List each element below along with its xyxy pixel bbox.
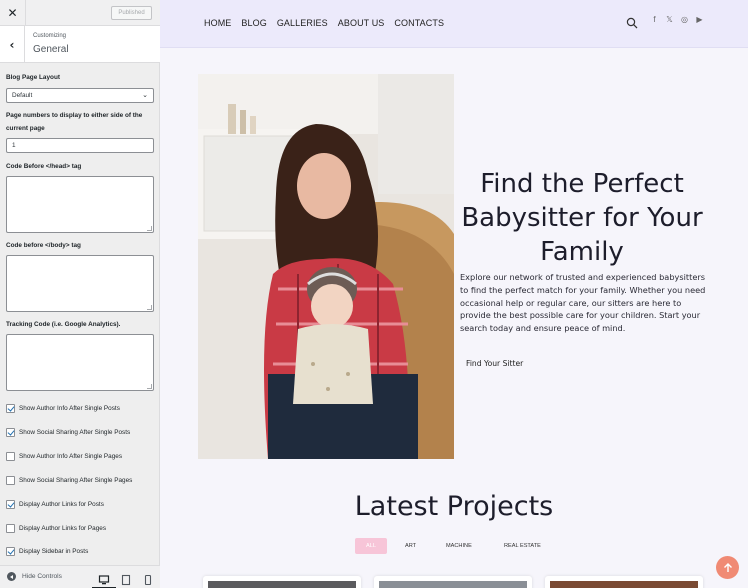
facebook-icon[interactable]: f	[650, 15, 659, 24]
checkbox-label: Show Author Info After Single Posts	[19, 404, 120, 412]
checkbox-label: Show Social Sharing After Single Posts	[19, 428, 131, 436]
checkbox-unchecked-icon[interactable]	[6, 475, 15, 485]
hero-title: Find the Perfect Babysitter for Your Fam…	[461, 169, 703, 267]
instagram-icon[interactable]: ◎	[680, 15, 689, 24]
x-twitter-icon[interactable]: 𝕏	[665, 15, 674, 24]
main-nav: HOME BLOG GALLERIES ABOUT US CONTACTS	[204, 18, 454, 28]
filter-art[interactable]: ART	[405, 538, 416, 554]
checkbox-label: Show Author Info After Single Pages	[19, 452, 123, 460]
tablet-icon[interactable]	[120, 571, 132, 586]
youtube-icon[interactable]: ▶	[695, 15, 704, 24]
tracking-code-textarea[interactable]	[6, 334, 154, 391]
code-body-textarea[interactable]	[6, 255, 154, 312]
blog-layout-value: Default	[12, 92, 33, 99]
back-icon[interactable]: ‹	[0, 26, 25, 63]
checkbox-author-links-pages[interactable]: Display Author Links for Pages	[6, 523, 106, 533]
filter-machine[interactable]: MACHINE	[446, 538, 472, 554]
checkbox-social-sharing-pages[interactable]: Show Social Sharing After Single Pages	[6, 475, 132, 485]
nav-item-galleries[interactable]: GALLERIES	[277, 18, 328, 28]
page-numbers-label: Page numbers to display to either side o…	[6, 112, 143, 132]
project-card[interactable]	[374, 576, 532, 588]
project-card[interactable]	[545, 576, 703, 588]
tracking-code-label: Tracking Code (i.e. Google Analytics).	[6, 321, 121, 328]
checkbox-unchecked-icon[interactable]	[6, 451, 15, 461]
section-header: ‹ Customizing General	[0, 26, 160, 63]
hero-text: Explore our network of trusted and exper…	[460, 272, 706, 334]
desktop-icon[interactable]	[92, 571, 116, 588]
chevron-down-icon: ⌄	[142, 92, 148, 99]
hero-image	[198, 74, 454, 459]
checkbox-checked-icon[interactable]	[6, 546, 15, 556]
customizer-header: ✕ Published	[0, 0, 160, 26]
find-sitter-button[interactable]: Find Your Sitter	[466, 359, 523, 368]
nav-item-contacts[interactable]: CONTACTS	[394, 18, 444, 28]
published-button[interactable]: Published	[111, 6, 152, 20]
customizer-footer: Hide Controls	[0, 565, 160, 588]
blog-layout-label: Blog Page Layout	[6, 74, 60, 81]
project-card[interactable]	[203, 576, 361, 588]
filter-all[interactable]: ALL	[355, 538, 387, 554]
nav-item-about-us[interactable]: ABOUT US	[338, 18, 385, 28]
checkbox-label: Display Author Links for Pages	[19, 524, 107, 532]
close-icon[interactable]: ✕	[0, 0, 26, 26]
checkbox-unchecked-icon[interactable]	[6, 523, 15, 533]
checkbox-author-links-posts[interactable]: Display Author Links for Posts	[6, 499, 104, 509]
project-thumbnail	[208, 581, 356, 588]
breadcrumb: Customizing	[33, 33, 67, 39]
checkbox-checked-icon[interactable]	[6, 403, 15, 413]
collapse-icon	[7, 572, 16, 581]
site-header: HOME BLOG GALLERIES ABOUT US CONTACTS f …	[160, 0, 748, 48]
mobile-icon[interactable]	[142, 571, 154, 586]
site-preview: HOME BLOG GALLERIES ABOUT US CONTACTS f …	[160, 0, 748, 588]
checkbox-sidebar-posts[interactable]: Display Sidebar in Posts	[6, 546, 88, 556]
checkbox-social-sharing-posts[interactable]: Show Social Sharing After Single Posts	[6, 427, 130, 437]
latest-projects-title: Latest Projects	[354, 491, 554, 522]
checkbox-author-info-posts[interactable]: Show Author Info After Single Posts	[6, 403, 120, 413]
checkbox-label: Show Social Sharing After Single Pages	[19, 476, 133, 484]
checkbox-author-info-pages[interactable]: Show Author Info After Single Pages	[6, 451, 122, 461]
code-head-textarea[interactable]	[6, 176, 154, 233]
customizer-sidebar: ✕ Published ‹ Customizing General Blog P…	[0, 0, 160, 588]
section-title: General	[33, 44, 69, 55]
checkbox-checked-icon[interactable]	[6, 427, 15, 437]
hide-controls-label: Hide Controls	[22, 573, 62, 580]
checkbox-checked-icon[interactable]	[6, 499, 15, 509]
code-body-label: Code before </body> tag	[6, 242, 81, 249]
page-numbers-input[interactable]: 1	[6, 138, 154, 153]
checkbox-label: Display Sidebar in Posts	[19, 547, 89, 555]
code-head-label: Code Before </head> tag	[6, 163, 82, 170]
arrow-up-icon	[723, 562, 732, 572]
search-icon[interactable]	[626, 14, 638, 29]
project-thumbnail	[379, 581, 527, 588]
checkbox-label: Display Author Links for Posts	[19, 500, 104, 508]
nav-item-home[interactable]: HOME	[204, 18, 231, 28]
hide-controls-button[interactable]: Hide Controls	[7, 572, 62, 581]
filter-real-estate[interactable]: REAL ESTATE	[504, 538, 541, 554]
blog-layout-select[interactable]: Default ⌄	[6, 88, 154, 103]
project-thumbnail	[550, 581, 698, 588]
nav-item-blog[interactable]: BLOG	[241, 18, 266, 28]
scroll-to-top-button[interactable]	[716, 556, 739, 579]
